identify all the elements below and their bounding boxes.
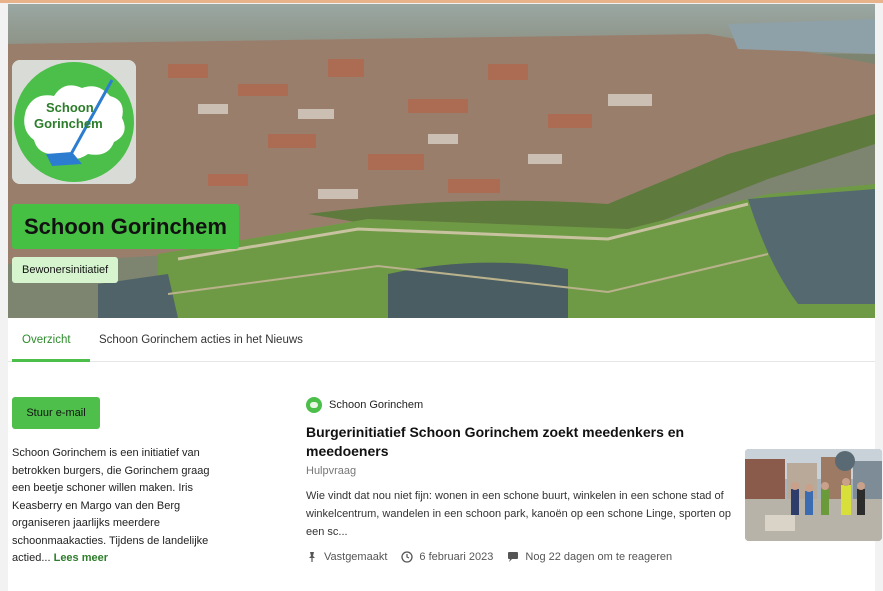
post-thumbnail-image[interactable]	[745, 449, 882, 541]
post-title-link[interactable]: Burgerinitiatief Schoon Gorinchem zoekt …	[306, 423, 726, 461]
logo-text-line2: Gorinchem	[34, 116, 103, 131]
top-accent-line	[0, 0, 883, 3]
org-avatar-icon	[306, 397, 322, 413]
send-email-button[interactable]: Stuur e-mail	[12, 397, 100, 429]
tab-overzicht[interactable]: Overzicht	[22, 318, 71, 362]
logo-text-line1: Schoon	[46, 100, 94, 115]
post-date: 6 februari 2023	[401, 551, 493, 563]
org-description: Schoon Gorinchem is een initiatief van b…	[12, 445, 228, 568]
post-author-name: Schoon Gorinchem	[329, 399, 424, 411]
comment-icon	[507, 551, 519, 563]
pinned-label: Vastgemaakt	[306, 551, 387, 563]
pinned-text: Vastgemaakt	[324, 551, 388, 563]
post-meta: Vastgemaakt 6 februari 2023 Nog 22 dagen…	[306, 548, 686, 566]
pin-icon	[306, 551, 318, 563]
tab-nieuws[interactable]: Schoon Gorinchem acties in het Nieuws	[99, 318, 303, 362]
reply-deadline: Nog 22 dagen om te reageren	[507, 551, 672, 563]
read-more-link[interactable]: Lees meer	[54, 552, 108, 564]
tab-bar: Overzicht Schoon Gorinchem acties in het…	[8, 318, 875, 362]
clock-icon	[401, 551, 414, 563]
org-title: Schoon Gorinchem	[12, 204, 239, 249]
post-category: Hulpvraag	[306, 465, 357, 477]
post-excerpt: Wie vindt dat nou niet fijn: wonen in ee…	[306, 490, 732, 538]
post-author[interactable]: Schoon Gorinchem	[306, 396, 423, 414]
org-description-text: Schoon Gorinchem is een initiatief van b…	[12, 447, 210, 564]
reply-deadline-text: Nog 22 dagen om te reageren	[525, 551, 673, 563]
org-type-badge: Bewonersinitiatief	[12, 257, 119, 283]
hero-banner-image	[8, 4, 875, 318]
post-date-text: 6 februari 2023	[419, 551, 494, 563]
org-logo: Schoon Gorinchem	[12, 60, 136, 184]
